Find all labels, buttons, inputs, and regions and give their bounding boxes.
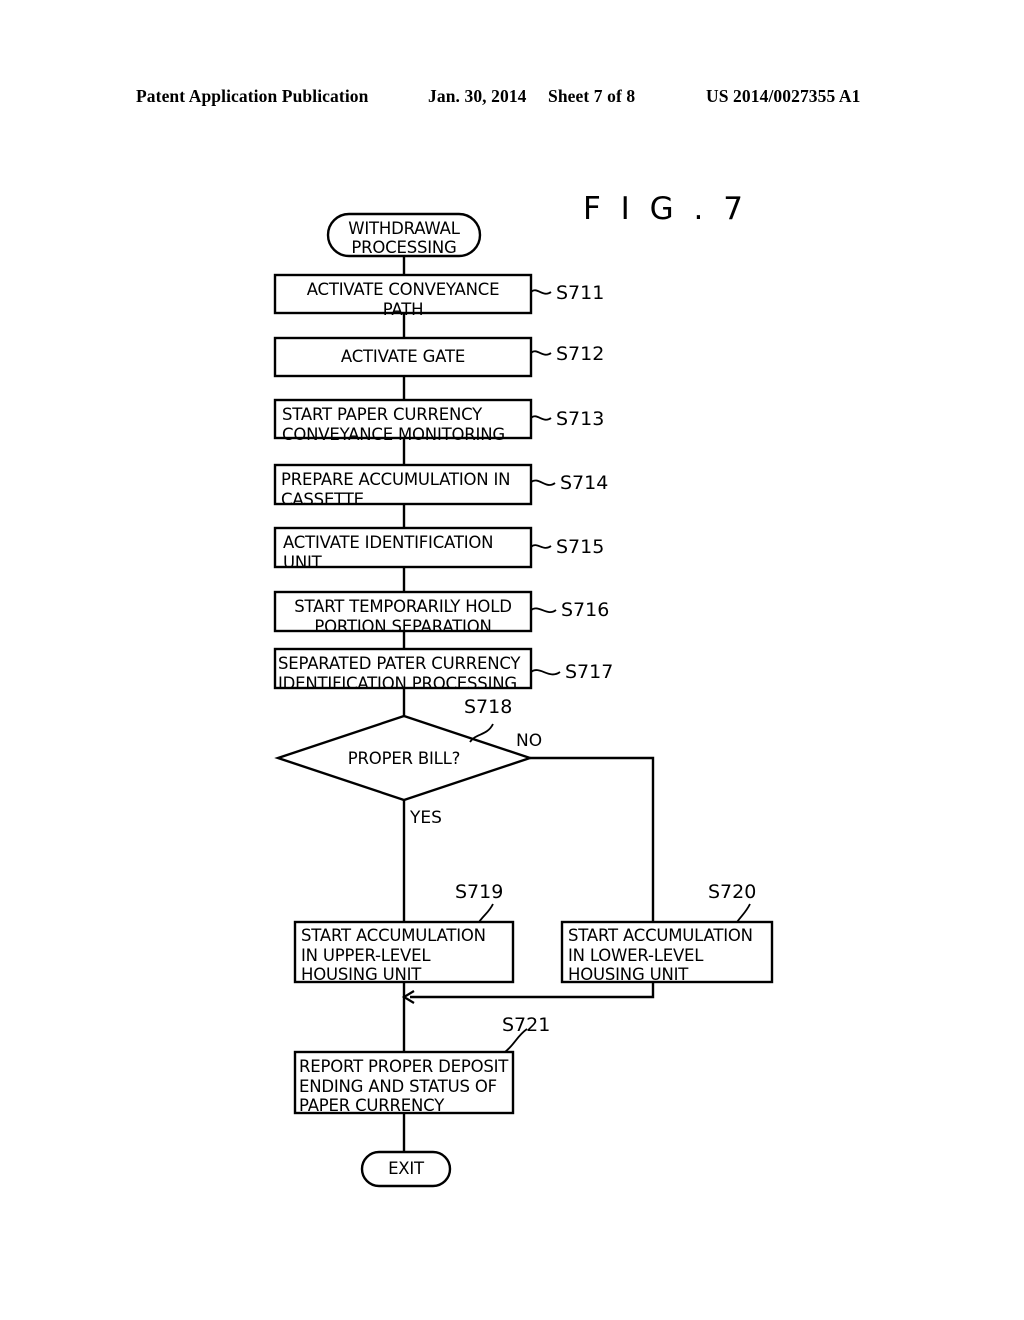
step-label-s715: ACTIVATE IDENTIFICATION UNIT	[283, 533, 494, 572]
step-id-s721: S721	[502, 1014, 551, 1036]
step-id-s714: S714	[560, 472, 609, 494]
exit-terminal-label: EXIT	[388, 1159, 424, 1178]
branch-label-yes: YES	[410, 808, 442, 828]
step-label-s720: START ACCUMULATION IN LOWER-LEVEL HOUSIN…	[568, 926, 753, 984]
step-id-s718: S718	[464, 696, 513, 718]
leader-s717	[530, 669, 561, 676]
start-terminal-label: WITHDRAWAL PROCESSING	[348, 219, 460, 257]
leader-s719	[478, 903, 494, 923]
step-label-s712: ACTIVATE GATE	[340, 347, 466, 366]
leader-s711	[530, 289, 552, 295]
leader-s720	[736, 903, 751, 923]
step-label-s721: REPORT PROPER DEPOSIT ENDING AND STATUS …	[299, 1057, 509, 1115]
step-label-s713: START PAPER CURRENCY CONVEYANCE MONITORI…	[282, 405, 505, 444]
step-label-s711: ACTIVATE CONVEYANCE PATH	[306, 280, 500, 319]
step-id-s712: S712	[556, 343, 605, 365]
branch-label-no: NO	[516, 731, 543, 751]
decision-label-s718: PROPER BILL?	[347, 749, 461, 768]
step-id-s717: S717	[565, 661, 614, 683]
leader-s716	[530, 607, 557, 614]
step-id-s720: S720	[708, 881, 757, 903]
flowchart-diagram: WITHDRAWAL PROCESSING EXIT ACTIVATE CONV…	[0, 0, 1024, 1320]
leader-s718	[469, 723, 494, 743]
step-id-s713: S713	[556, 408, 605, 430]
step-id-s719: S719	[455, 881, 504, 903]
leader-s715	[530, 544, 552, 549]
step-id-s711: S711	[556, 282, 605, 304]
leader-s713	[530, 415, 552, 421]
leader-s714	[530, 479, 556, 486]
leader-s712	[530, 350, 552, 356]
step-label-s716: START TEMPORARILY HOLD PORTION SEPARATIO…	[294, 597, 512, 636]
step-label-s717: SEPARATED PATER CURRENCY IDENTIFICATION …	[278, 654, 521, 693]
step-label-s714: PREPARE ACCUMULATION IN CASSETTE	[281, 470, 511, 509]
step-id-s715: S715	[556, 536, 605, 558]
connector-no-branch	[530, 756, 655, 922]
step-label-s719: START ACCUMULATION IN UPPER-LEVEL HOUSIN…	[301, 926, 486, 984]
step-id-s716: S716	[561, 599, 610, 621]
